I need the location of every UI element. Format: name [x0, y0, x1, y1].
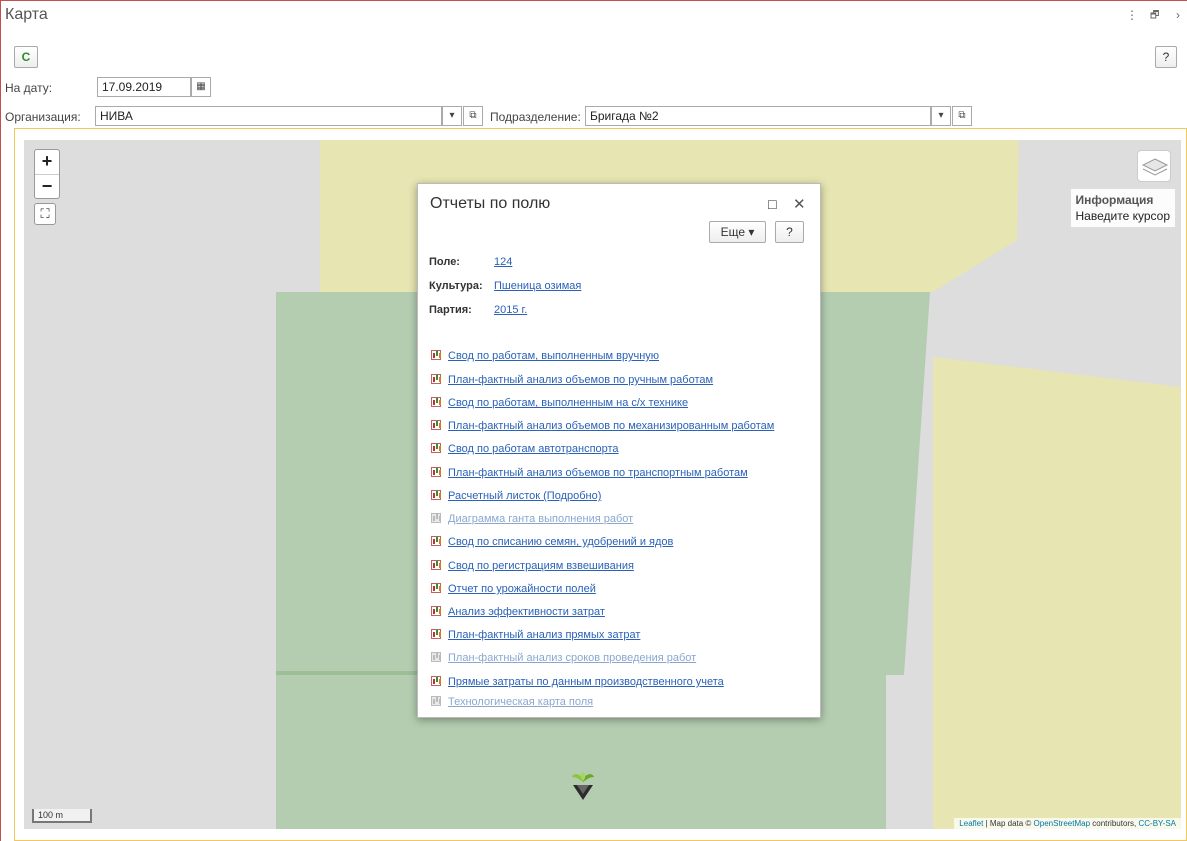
report-link[interactable]: План-фактный анализ прямых затрат: [431, 628, 640, 642]
field-reports-popup: Отчеты по полю ☐ ✕ Еще ▾ ? Поле: 124 Кул…: [417, 183, 821, 718]
chevron-down-icon: ▾: [938, 110, 944, 121]
report-link[interactable]: Свод по регистрациям взвешивания: [431, 559, 634, 573]
organization-open-button[interactable]: ⧉: [463, 106, 483, 126]
help-button[interactable]: ?: [1155, 46, 1177, 68]
batch-link[interactable]: 2015 г.: [494, 304, 527, 316]
report-icon: [431, 652, 441, 662]
report-link[interactable]: Анализ эффективности затрат: [431, 605, 605, 619]
report-icon: [431, 490, 441, 500]
report-link-disabled: Технологическая карта поля: [431, 695, 593, 709]
page-title: Карта: [5, 6, 48, 23]
close-icon[interactable]: ✕: [793, 195, 806, 213]
zoom-in-button[interactable]: +: [35, 150, 59, 174]
report-link-disabled: План-фактный анализ сроков проведения ра…: [431, 651, 696, 665]
popup-help-button[interactable]: ?: [775, 221, 804, 243]
report-icon: [431, 374, 441, 384]
open-form-icon: ⧉: [958, 110, 966, 121]
report-icon: [431, 513, 441, 523]
field-marker-icon[interactable]: [568, 768, 598, 802]
maximize-icon[interactable]: ☐: [767, 198, 778, 212]
field-link[interactable]: 124: [494, 256, 512, 268]
popup-title: Отчеты по полю: [430, 195, 551, 212]
attrib-contributors: contributors,: [1090, 819, 1139, 828]
fullscreen-icon: ⛶: [40, 206, 50, 221]
report-icon: [431, 420, 441, 430]
restore-window-icon[interactable]: 🗗: [1150, 8, 1159, 25]
more-button[interactable]: Еще ▾: [709, 221, 766, 243]
report-link[interactable]: План-фактный анализ объемов по ручным ра…: [431, 373, 713, 387]
refresh-icon: C: [21, 50, 31, 64]
organization-field[interactable]: НИВА: [95, 106, 442, 126]
field-label: Поле:: [429, 256, 460, 268]
date-field[interactable]: 17.09.2019: [97, 77, 191, 97]
close-window-icon[interactable]: ›: [1176, 8, 1180, 22]
batch-row: Партия:: [429, 304, 472, 316]
more-actions-icon[interactable]: ⋮: [1126, 8, 1138, 22]
report-icon: [431, 696, 441, 706]
report-link[interactable]: Отчет по урожайности полей: [431, 582, 596, 596]
report-icon: [431, 629, 441, 639]
info-panel: Информация Наведите курсор: [1070, 189, 1175, 227]
report-icon: [431, 397, 441, 407]
map-attribution: Leaflet | Map data © OpenStreetMap contr…: [954, 818, 1181, 829]
map-scale: 100 m: [32, 809, 92, 823]
crop-row: Культура:: [429, 280, 483, 292]
organization-label: Организация:: [5, 110, 81, 124]
date-label: На дату:: [5, 81, 53, 95]
refresh-button[interactable]: C: [14, 46, 38, 68]
open-form-icon: ⧉: [469, 110, 477, 121]
field-row: Поле:: [429, 256, 460, 268]
crop-link[interactable]: Пшеница озимая: [494, 280, 581, 292]
license-link[interactable]: CC-BY-SA: [1139, 819, 1177, 828]
report-link-disabled: Диаграмма ганта выполнения работ: [431, 512, 633, 526]
leaflet-link[interactable]: Leaflet: [959, 819, 983, 828]
calendar-button[interactable]: ▦: [191, 77, 211, 97]
report-icon: [431, 467, 441, 477]
info-text: Наведите курсор: [1075, 209, 1170, 223]
field-polygon-right: [933, 357, 1181, 829]
batch-label: Партия:: [429, 304, 472, 316]
crop-label: Культура:: [429, 280, 483, 292]
calendar-icon: ▦: [196, 81, 206, 92]
report-icon: [431, 350, 441, 360]
layers-button[interactable]: [1137, 150, 1171, 182]
zoom-out-button[interactable]: −: [35, 175, 59, 199]
report-link[interactable]: План-фактный анализ объемов по транспорт…: [431, 466, 748, 480]
report-link[interactable]: Свод по работам автотранспорта: [431, 442, 619, 456]
report-link[interactable]: Свод по работам, выполненным на с/х техн…: [431, 396, 688, 410]
division-field[interactable]: Бригада №2: [585, 106, 931, 126]
fullscreen-button[interactable]: ⛶: [34, 203, 56, 225]
report-icon: [431, 560, 441, 570]
report-icon: [431, 536, 441, 546]
chevron-down-icon: ▾: [449, 110, 455, 121]
report-link[interactable]: Прямые затраты по данным производственно…: [431, 675, 724, 689]
report-icon: [431, 606, 441, 616]
layers-icon: [1141, 158, 1169, 176]
report-icon: [431, 676, 441, 686]
attrib-text: | Map data ©: [983, 819, 1034, 828]
osm-link[interactable]: OpenStreetMap: [1034, 819, 1090, 828]
division-open-button[interactable]: ⧉: [952, 106, 972, 126]
division-dropdown-button[interactable]: ▾: [931, 106, 951, 126]
report-link[interactable]: План-фактный анализ объемов по механизир…: [431, 419, 774, 433]
zoom-control: + −: [34, 149, 60, 199]
report-icon: [431, 583, 441, 593]
report-icon: [431, 443, 441, 453]
organization-dropdown-button[interactable]: ▾: [442, 106, 462, 126]
info-title: Информация: [1075, 193, 1154, 207]
report-link[interactable]: Расчетный листок (Подробно): [431, 489, 601, 503]
division-label: Подразделение:: [490, 110, 581, 124]
report-link[interactable]: Свод по работам, выполненным вручную: [431, 349, 659, 363]
report-link[interactable]: Свод по списанию семян, удобрений и ядов: [431, 535, 673, 549]
